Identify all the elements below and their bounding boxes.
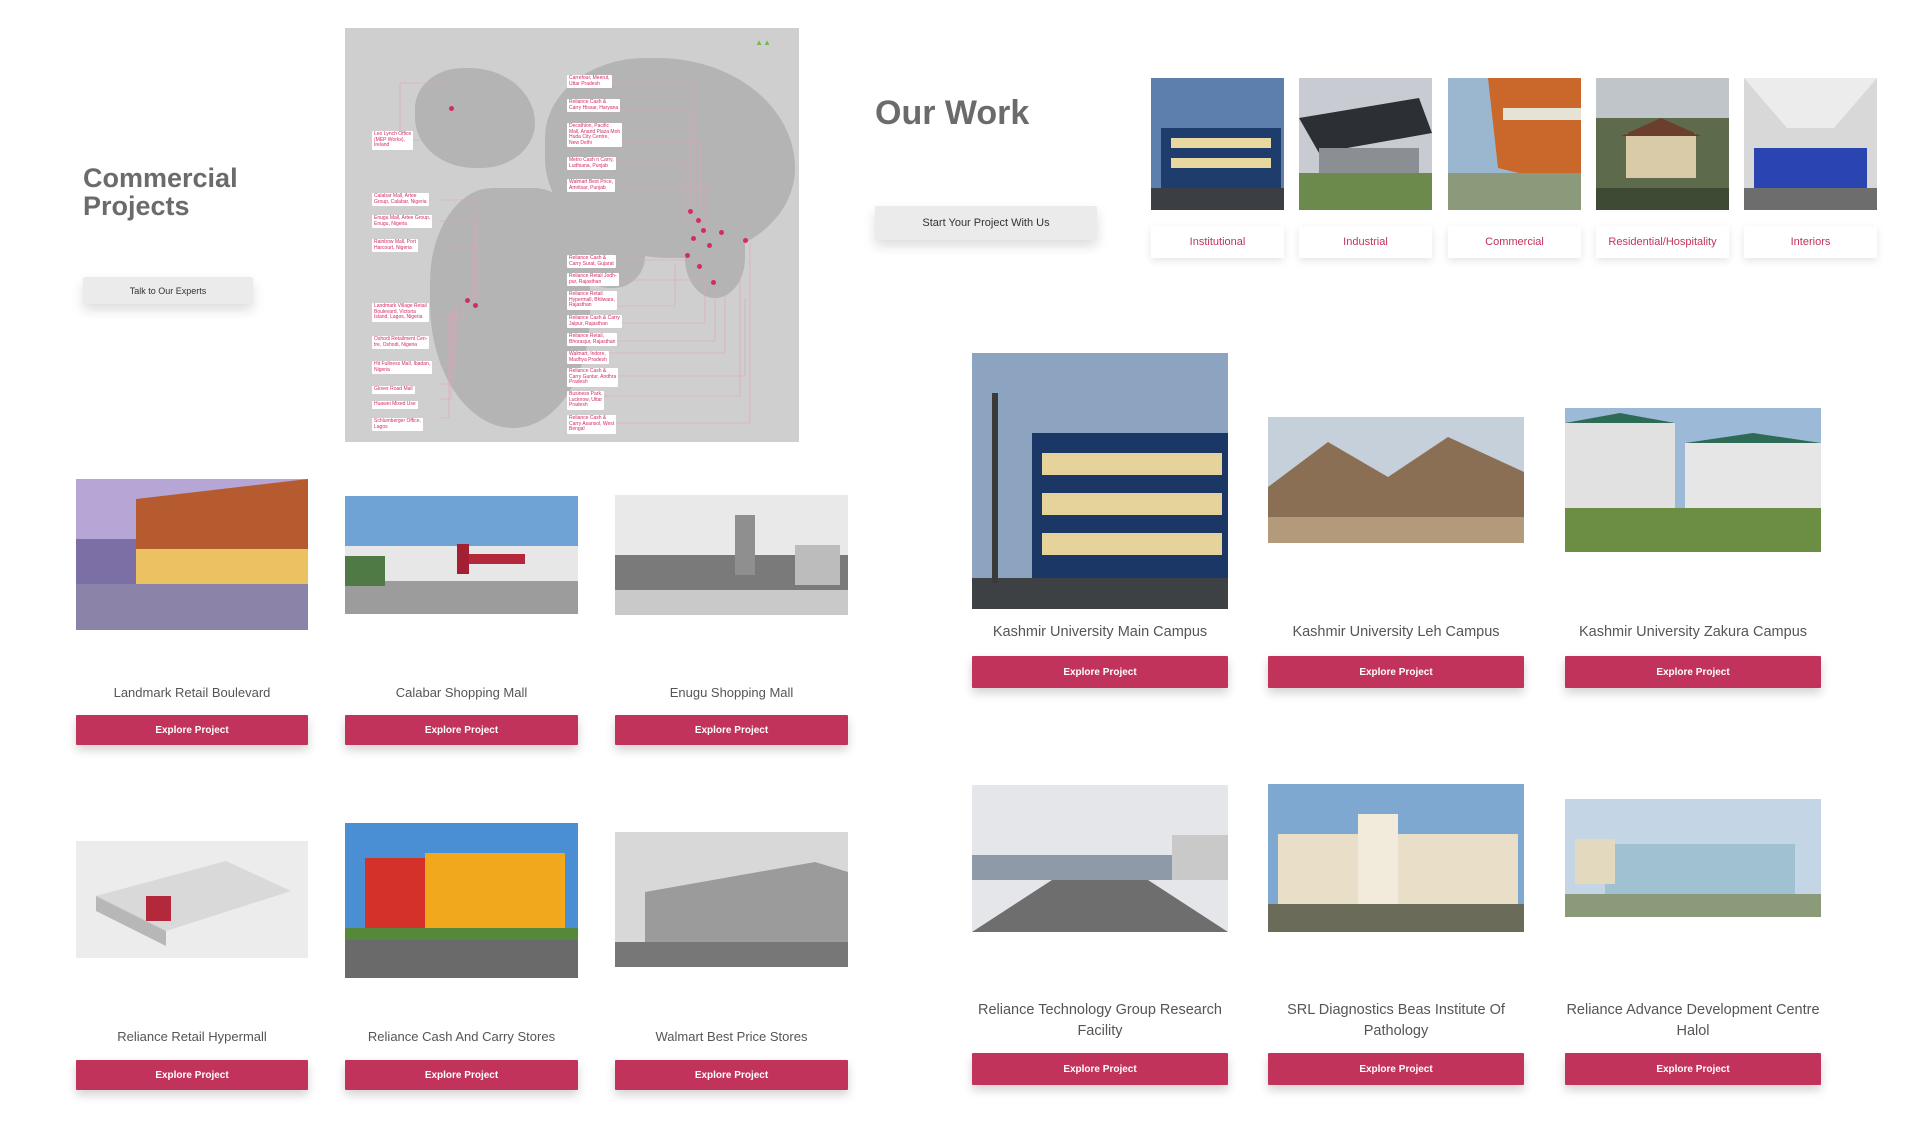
commercial-title-line2: Projects [83,191,190,222]
map-label: Huawei Mixed Use [372,401,418,409]
project-image-srl-diagnostics[interactable] [1268,784,1524,932]
map-label: Business Park, Lucknow, Uttar Pradesh [567,391,605,410]
map-label: Carrefour, Meerut, Uttar Pradesh [567,75,612,89]
project-image-reliance-cash-carry[interactable] [345,823,578,978]
map-label: Reliance Cash & Carry Surat, Gujarat [567,255,616,269]
explore-project-button[interactable]: Explore Project [345,715,578,745]
map-pin[interactable] [701,228,706,233]
category-interiors[interactable]: Interiors [1744,226,1877,258]
project-image-enugu-mall[interactable] [615,495,848,615]
map-pin[interactable] [691,236,696,241]
project-name: Reliance Technology Group Research Facil… [978,1002,1222,1040]
map-label: Reliance Cash & Carry Guntur, Andhra Pra… [567,368,619,387]
map-label: Reliance Retail, Bhorasjur, Rajasthan [567,333,618,347]
explore-project-button[interactable]: Explore Project [76,1060,308,1090]
commercial-title-line1: Commercial [83,163,238,193]
map-label: Reliance Cash & Carry Hissar, Haryana [567,99,621,113]
project-name: Reliance Advance Development Centre Halo… [1566,1002,1820,1040]
explore-project-button[interactable]: Explore Project [972,656,1228,688]
project-image-reliance-hypermall[interactable] [76,841,308,958]
project-name: Kashmir University Leh Campus [1292,624,1500,640]
map-label: Enugu Mall, Artee Group, Enugu, Nigeria [372,215,433,229]
map-pin[interactable] [449,106,454,111]
start-project-button[interactable]: Start Your Project With Us [875,206,1097,240]
explore-project-button[interactable]: Explore Project [615,715,848,745]
map-label: Schlumberger Office, Lagos [372,418,423,432]
map-label: Glover Road Mall [372,386,415,394]
explore-project-button[interactable]: Explore Project [972,1053,1228,1085]
map-pin[interactable] [707,243,712,248]
map-label: Landmark Village Retail Boulevard, Victo… [372,303,429,322]
explore-project-button[interactable]: Explore Project [615,1060,848,1090]
map-pin[interactable] [743,238,748,243]
category-residential-hospitality[interactable]: Residential/Hospitality [1596,226,1729,258]
map-pin[interactable] [688,209,693,214]
category-image-commercial[interactable] [1448,78,1581,210]
map-label: Walmart Best Price, Amritsar, Punjab [567,179,615,193]
talk-to-experts-button[interactable]: Talk to Our Experts [83,277,253,304]
map-pin[interactable] [711,280,716,285]
project-name: Landmark Retail Boulevard [113,685,271,700]
project-name: Reliance Cash And Carry Stores [367,1029,556,1044]
category-image-interiors[interactable] [1744,78,1877,210]
category-image-residential[interactable] [1596,78,1729,210]
our-work-title: Our Work [875,94,1030,132]
map-pin[interactable] [473,303,478,308]
map-label: Oshodi Retailment Cen- tre, Oshodi, Nige… [372,336,430,350]
map-label: Rainbow Mall, Port Harcourt, Nigeria [372,239,418,253]
map-pin[interactable] [685,253,690,258]
project-locations-map[interactable]: ▲▲ Carrefour, Meerut, Uttar Pradesh Reli… [345,28,799,442]
project-image-kashmir-zakura[interactable] [1565,408,1821,552]
category-institutional[interactable]: Institutional [1151,226,1284,258]
project-name: Kashmir University Main Campus [992,624,1208,640]
explore-project-button[interactable]: Explore Project [345,1060,578,1090]
project-image-landmark-retail[interactable] [76,479,308,630]
project-image-walmart-best-price[interactable] [615,832,848,967]
map-label: Metro Cash n Carry, Ludhiana, Punjab [567,157,616,171]
commercial-title: Commercial Projects [83,164,238,221]
project-image-kashmir-main[interactable] [972,353,1228,609]
project-image-kashmir-leh[interactable] [1268,417,1524,543]
map-pin[interactable] [697,264,702,269]
category-commercial[interactable]: Commercial [1448,226,1581,258]
map-label: Reliance Cash & Carry Asansol, West Beng… [567,415,617,434]
map-pin[interactable] [696,218,701,223]
map-label: Hit Fullness Mall, Ibadan, Nigeria [372,361,433,375]
map-label: Reliance Cash & Carry Jaipur, Rajasthan [567,315,622,329]
category-industrial[interactable]: Industrial [1299,226,1432,258]
map-label: Reliance Retail Jodh- pur, Rajasthan [567,273,619,287]
project-name: Reliance Retail Hypermall [117,1029,267,1044]
map-label: Calabar Mall, Artee Group, Calabar, Nige… [372,193,429,207]
map-label: Reliance Retail Hypermall, Bhilwara, Raj… [567,291,617,310]
project-image-reliance-research[interactable] [972,785,1228,932]
map-label: Leo Lynch Office (MEP Works), Ireland [372,131,414,150]
project-name: SRL Diagnostics Beas Institute Of Pathol… [1287,1002,1505,1040]
explore-project-button[interactable]: Explore Project [1268,656,1524,688]
project-name: Calabar Shopping Mall [395,685,528,700]
explore-project-button[interactable]: Explore Project [1565,656,1821,688]
project-image-reliance-halol[interactable] [1565,799,1821,917]
category-image-industrial[interactable] [1299,78,1432,210]
explore-project-button[interactable]: Explore Project [1268,1053,1524,1085]
category-image-institutional[interactable] [1151,78,1284,210]
explore-project-button[interactable]: Explore Project [1565,1053,1821,1085]
map-pin[interactable] [719,230,724,235]
project-image-calabar-mall[interactable] [345,496,578,614]
project-name: Enugu Shopping Mall [669,685,794,700]
explore-project-button[interactable]: Explore Project [76,715,308,745]
map-label: Walmart, Indore, Madhya Pradesh [567,351,609,365]
project-name: Walmart Best Price Stores [655,1029,808,1044]
project-name: Kashmir University Zakura Campus [1578,624,1808,640]
map-label: Decathlon, Pacific Mall, Anand Plaza Moh… [567,123,623,148]
map-pin[interactable] [465,298,470,303]
